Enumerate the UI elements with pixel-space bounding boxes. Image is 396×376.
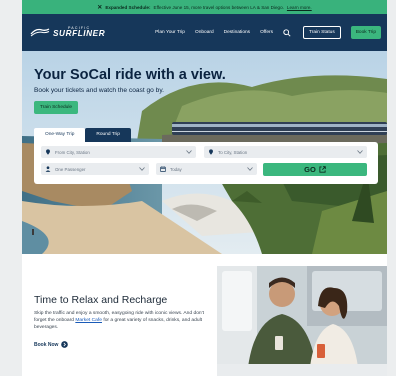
hero-subtitle: Book your tickets and watch the coast go… bbox=[34, 87, 164, 94]
chevron-down-icon bbox=[247, 167, 253, 171]
logo-big-text: SURFLINER bbox=[53, 29, 106, 39]
section-text: Skip the traffic and enjoy a smooth, eas… bbox=[34, 311, 214, 331]
trip-type-tabs: One-Way Trip Round Trip bbox=[34, 128, 131, 142]
train-schedule-button[interactable]: Train Schedule bbox=[34, 101, 79, 114]
hero: Your SoCal ride with a view. Book your t… bbox=[22, 51, 387, 254]
tab-one-way-trip[interactable]: One-Way Trip bbox=[34, 128, 86, 142]
date-select[interactable]: Today bbox=[156, 163, 257, 175]
book-trip-button[interactable]: Book Trip bbox=[350, 26, 381, 39]
alert-link[interactable]: Learn more. bbox=[287, 5, 312, 10]
passenger-select[interactable]: One Passenger bbox=[41, 163, 149, 175]
train-status-button[interactable]: Train Status bbox=[303, 26, 341, 39]
nav-destinations[interactable]: Destinations bbox=[224, 30, 250, 35]
logo-wave-icon bbox=[30, 28, 50, 37]
page: ✕ Expanded Schedule: Effective June 15, … bbox=[22, 0, 387, 376]
to-station-placeholder: To City, Station bbox=[218, 149, 248, 155]
person-icon bbox=[45, 166, 51, 172]
external-link-icon bbox=[319, 166, 326, 173]
location-pin-icon bbox=[46, 149, 50, 155]
chevron-down-icon bbox=[186, 150, 192, 154]
from-station-select[interactable]: From City, Station bbox=[41, 146, 196, 158]
book-now-label: Book Now bbox=[34, 341, 59, 348]
arrow-circle-icon bbox=[61, 341, 69, 348]
date-value: Today bbox=[170, 166, 182, 172]
location-pin-icon bbox=[209, 149, 213, 155]
search-icon[interactable] bbox=[283, 28, 291, 37]
tab-round-trip[interactable]: Round Trip bbox=[85, 128, 131, 142]
go-button[interactable]: GO bbox=[263, 163, 367, 176]
nav-offers[interactable]: Offers bbox=[260, 30, 273, 35]
to-station-select[interactable]: To City, Station bbox=[204, 146, 367, 158]
go-label: GO bbox=[304, 165, 316, 174]
logo[interactable]: PACIFIC SURFLINER bbox=[30, 26, 106, 39]
couple-dining-photo bbox=[217, 266, 387, 376]
from-station-placeholder: From City, Station bbox=[55, 149, 90, 155]
nav-onboard[interactable]: Onboard bbox=[195, 30, 214, 35]
site-header: PACIFIC SURFLINER Plan Your Trip Onboard… bbox=[22, 14, 387, 51]
nav-plan-your-trip[interactable]: Plan Your Trip bbox=[155, 30, 185, 35]
hero-title: Your SoCal ride with a view. bbox=[34, 67, 226, 83]
chevron-down-icon bbox=[139, 167, 145, 171]
calendar-icon bbox=[160, 166, 166, 172]
alert-text: Effective June 15, more travel options b… bbox=[153, 4, 284, 10]
chevron-down-icon bbox=[357, 150, 363, 154]
close-icon[interactable]: ✕ bbox=[97, 4, 102, 11]
booking-widget: From City, Station To City, Station One … bbox=[34, 142, 378, 184]
passenger-value: One Passenger bbox=[55, 166, 86, 172]
main-nav: Plan Your Trip Onboard Destinations Offe… bbox=[155, 26, 381, 39]
alert-banner: ✕ Expanded Schedule: Effective June 15, … bbox=[22, 0, 387, 14]
alert-title: Expanded Schedule: bbox=[105, 4, 151, 10]
market-cafe-link[interactable]: Market Cafe bbox=[75, 318, 102, 323]
book-now-link[interactable]: Book Now bbox=[34, 341, 69, 348]
section-title: Time to Relax and Recharge bbox=[34, 294, 168, 306]
